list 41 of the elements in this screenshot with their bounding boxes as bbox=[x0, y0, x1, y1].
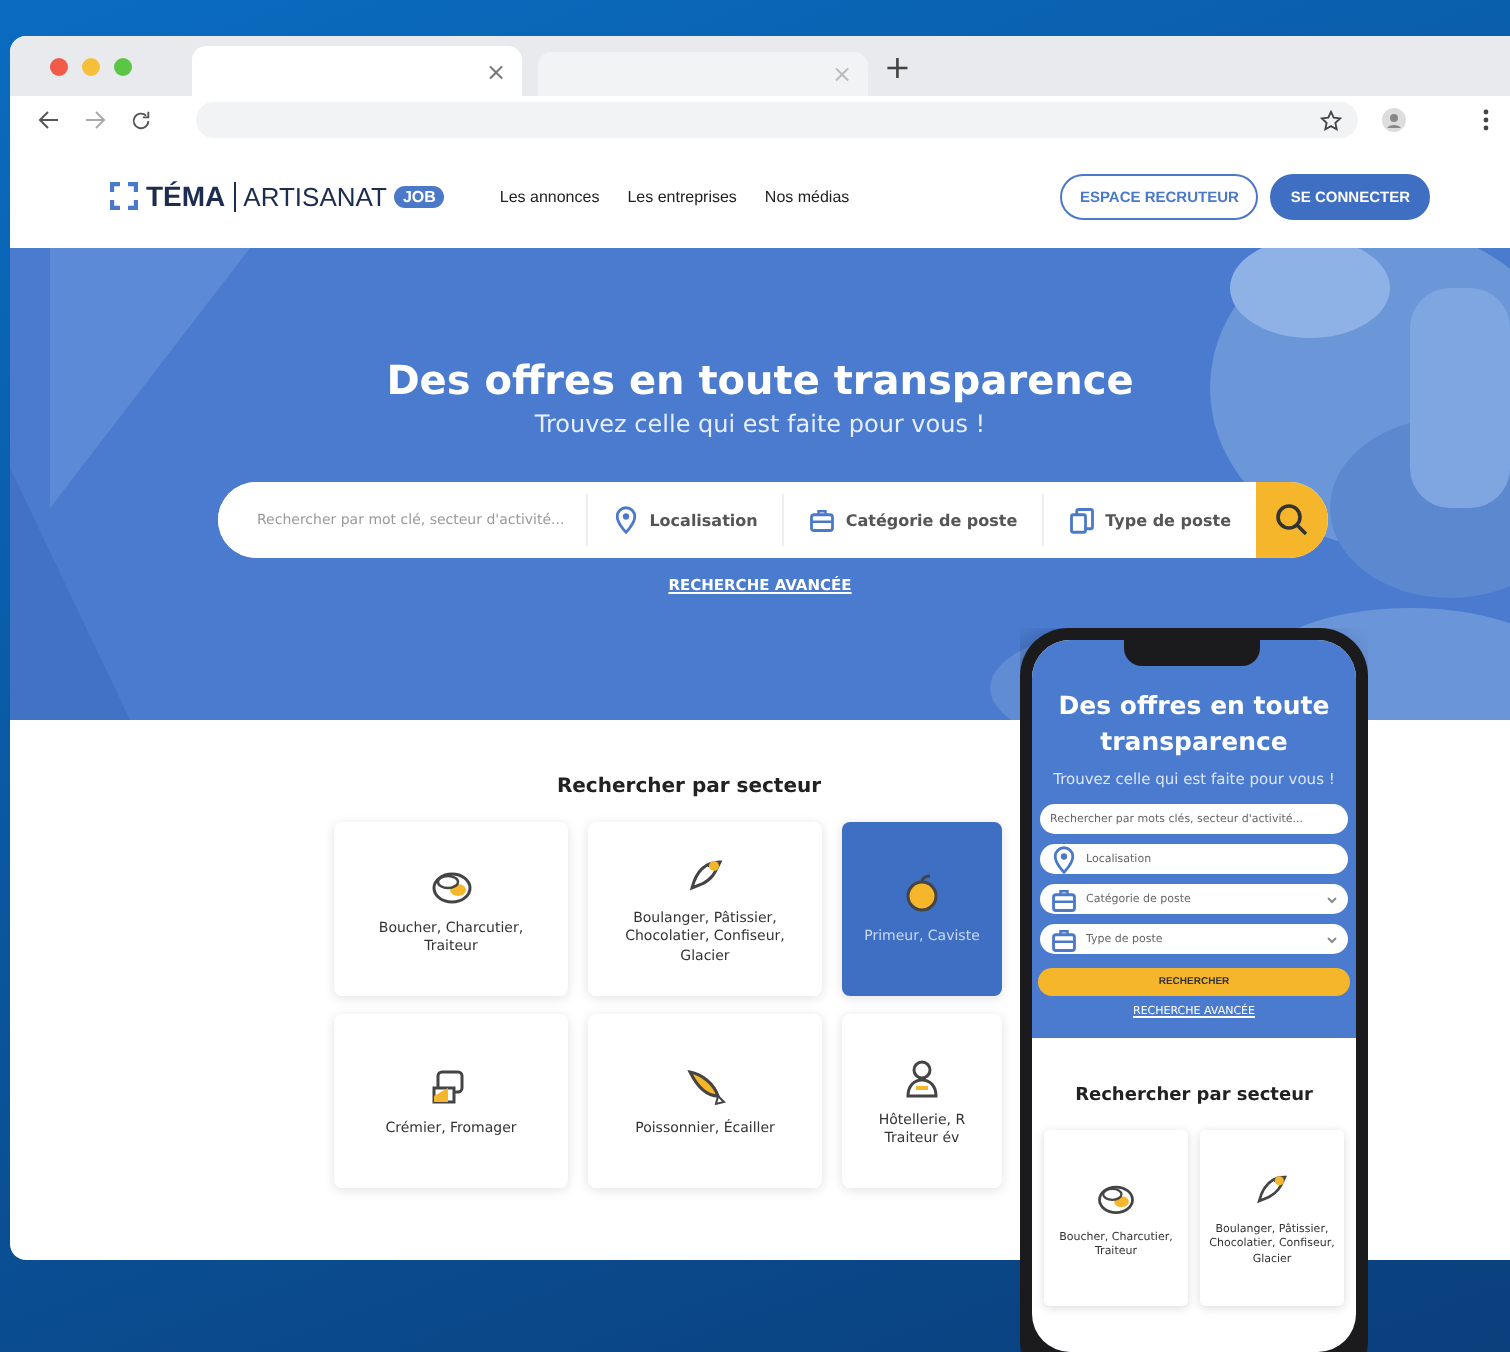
filter-dropdown[interactable]: Localisation bbox=[585, 494, 782, 546]
logo-badge: JOB bbox=[394, 185, 444, 207]
chevron-icon bbox=[1326, 935, 1338, 944]
location-pin-icon bbox=[611, 506, 640, 534]
star-icon[interactable] bbox=[1320, 109, 1342, 131]
filter-dropdown[interactable]: Catégorie de poste bbox=[781, 494, 1042, 546]
nav-link[interactable]: Nos médias bbox=[764, 187, 850, 205]
logo-name: ARTISANAT bbox=[233, 181, 387, 211]
filter-dropdown[interactable]: Type de poste bbox=[1041, 494, 1255, 546]
tab-close-icon[interactable]: × bbox=[485, 57, 506, 85]
chevron-icon bbox=[1326, 895, 1338, 904]
search-button[interactable] bbox=[1255, 482, 1327, 558]
briefcase-icon bbox=[1050, 885, 1078, 914]
reload-icon[interactable] bbox=[130, 109, 152, 131]
search-icon bbox=[1273, 502, 1309, 538]
filter-label: Catégorie de poste bbox=[845, 511, 1018, 529]
briefcase-icon bbox=[1050, 925, 1078, 954]
documents-icon bbox=[1067, 506, 1096, 534]
close-dot[interactable] bbox=[50, 57, 68, 75]
phone-notch bbox=[1124, 640, 1260, 666]
filter-label: Localisation bbox=[649, 511, 758, 529]
maximize-dot[interactable] bbox=[114, 57, 132, 75]
hero-title: Des offres en toute transparence bbox=[386, 356, 1134, 404]
account-icon[interactable] bbox=[1382, 108, 1406, 132]
nav-link[interactable]: Les annonces bbox=[499, 187, 600, 205]
new-tab-icon[interactable]: + bbox=[884, 47, 911, 85]
minimize-dot[interactable] bbox=[82, 57, 100, 75]
menu-icon[interactable] bbox=[1482, 108, 1490, 132]
section-title: Rechercher par secteur bbox=[1073, 1086, 1315, 1107]
forward-icon[interactable] bbox=[84, 110, 106, 130]
back-icon[interactable] bbox=[38, 110, 60, 130]
mobile-title: Des offres en toute transparence bbox=[1056, 688, 1332, 761]
browser-tab[interactable]: × bbox=[192, 46, 522, 96]
location-pin-icon bbox=[1050, 845, 1078, 874]
hero-subtitle: Trouvez celle qui est faite pour vous ! bbox=[534, 410, 986, 438]
filter-label: Type de poste bbox=[1105, 511, 1231, 529]
logo-icon bbox=[110, 182, 138, 210]
briefcase-icon bbox=[807, 506, 836, 534]
nav-link[interactable]: Les entreprises bbox=[627, 187, 737, 205]
logo-brand: TÉMA bbox=[146, 180, 226, 212]
section-title: Rechercher par secteur bbox=[554, 776, 824, 798]
